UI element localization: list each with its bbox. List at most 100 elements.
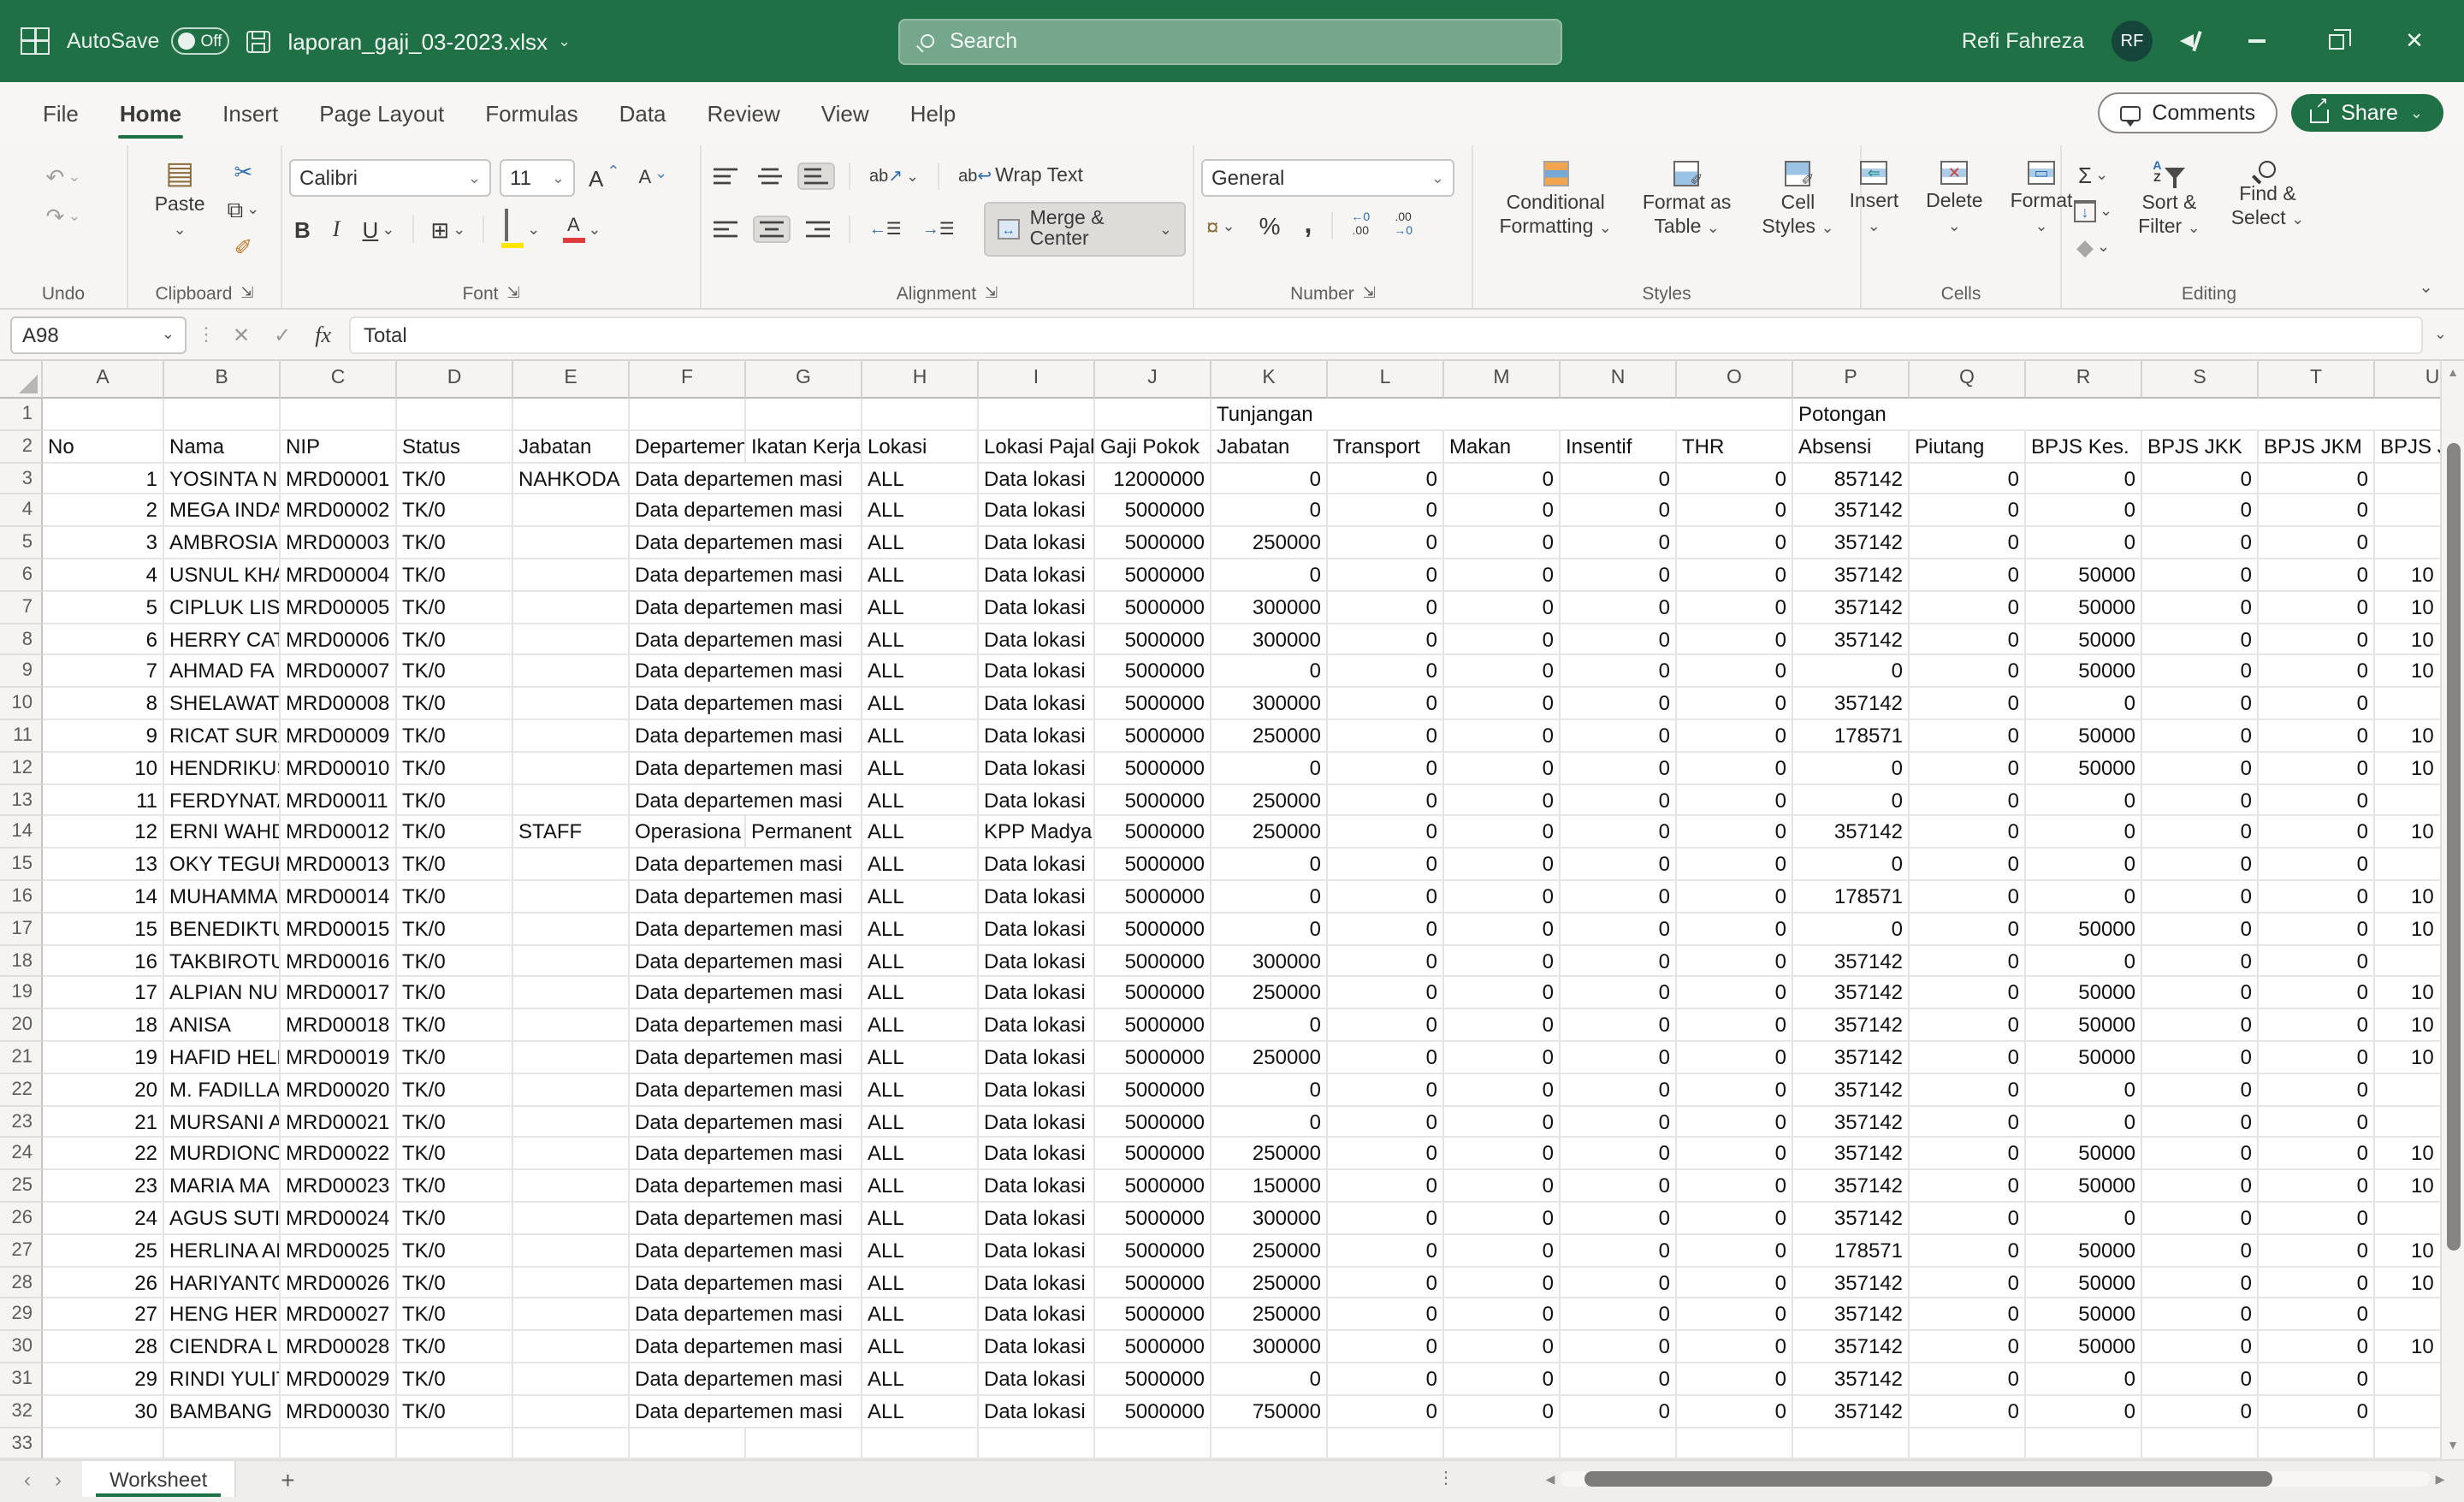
cell[interactable]: 0 xyxy=(1677,914,1793,946)
cell[interactable]: 300000 xyxy=(1211,1331,1328,1363)
cell[interactable] xyxy=(2026,1428,2142,1459)
row-header-17[interactable]: 17 xyxy=(0,914,43,946)
cell[interactable]: MARIA MA xyxy=(164,1170,281,1203)
undo-button[interactable]: ↶⌄ xyxy=(41,163,86,192)
cell[interactable]: MRD00001 xyxy=(281,463,397,495)
cell[interactable]: 0 xyxy=(1561,1203,1677,1235)
cell[interactable]: ALL xyxy=(862,1363,979,1396)
cell[interactable]: ALL xyxy=(862,1009,979,1042)
cell[interactable] xyxy=(513,1395,630,1428)
cell[interactable]: 0 xyxy=(1444,1042,1561,1074)
insert-cells-button[interactable]: ⇐Insert⌄ xyxy=(1839,156,1910,240)
cell[interactable]: 0 xyxy=(2142,784,2259,817)
cell[interactable]: 2 xyxy=(43,495,164,528)
cell[interactable]: 0 xyxy=(2259,1106,2375,1138)
cell[interactable]: MRD00007 xyxy=(281,656,397,689)
cell[interactable]: 0 xyxy=(1328,1170,1444,1203)
cell[interactable]: 0 xyxy=(1561,624,1677,656)
cell[interactable]: 5000000 xyxy=(1095,592,1211,624)
cell[interactable]: BENEDIKTU xyxy=(164,914,281,946)
cell[interactable] xyxy=(513,688,630,720)
row-header-10[interactable]: 10 xyxy=(0,688,43,720)
cell[interactable]: 5000000 xyxy=(1095,1234,1211,1267)
cell[interactable]: Data lokasi xyxy=(979,1331,1095,1363)
cell[interactable] xyxy=(630,1428,746,1459)
cell[interactable]: Data lokasi xyxy=(979,914,1095,946)
cell[interactable] xyxy=(513,1073,630,1106)
cell[interactable]: Data departemen masi xyxy=(630,1267,862,1299)
cell[interactable]: 0 xyxy=(1444,592,1561,624)
shrink-font-button[interactable]: A⌄ xyxy=(633,164,672,192)
cell[interactable]: 0 xyxy=(1328,624,1444,656)
cell[interactable]: 0 xyxy=(1910,688,2026,720)
prev-sheet-icon[interactable]: ‹ xyxy=(24,1467,31,1491)
cell[interactable]: ALL xyxy=(862,1299,979,1332)
decrease-decimal-button[interactable]: .00→0 xyxy=(1389,209,1418,243)
cell[interactable]: 357142 xyxy=(1793,592,1910,624)
row-header-25[interactable]: 25 xyxy=(0,1170,43,1203)
cell[interactable]: Data departemen masi xyxy=(630,592,862,624)
cell[interactable]: MRD00009 xyxy=(281,720,397,753)
cell[interactable]: 0 xyxy=(1793,914,1910,946)
cell[interactable]: 0 xyxy=(2142,753,2259,785)
column-header-J[interactable]: J xyxy=(1095,361,1211,399)
cell[interactable]: 0 xyxy=(1561,1363,1677,1396)
cell[interactable]: ALL xyxy=(862,624,979,656)
font-color-button[interactable]: A⌄ xyxy=(557,213,606,245)
cell[interactable]: 0 xyxy=(2259,1267,2375,1299)
row-header-6[interactable]: 6 xyxy=(0,559,43,592)
column-header-M[interactable]: M xyxy=(1444,361,1561,399)
tab-insert[interactable]: Insert xyxy=(204,86,297,140)
format-as-table-button[interactable]: Format asTable ⌄ xyxy=(1632,156,1742,246)
cell[interactable]: 0 xyxy=(2259,656,2375,689)
scroll-down-icon[interactable]: ▼ xyxy=(2442,1434,2464,1459)
autosum-button[interactable]: Σ⌄ xyxy=(2073,161,2113,190)
cell[interactable]: 0 xyxy=(2026,1073,2142,1106)
cell[interactable] xyxy=(513,784,630,817)
accounting-format-button[interactable]: ¤⌄ xyxy=(1201,211,1241,240)
cell[interactable]: 0 xyxy=(1910,945,2026,978)
cell[interactable]: CIPLUK LIST xyxy=(164,592,281,624)
cell[interactable]: 250000 xyxy=(1211,527,1328,559)
cell[interactable]: Data lokasi xyxy=(979,1234,1095,1267)
cell[interactable]: 0 xyxy=(2259,945,2375,978)
cell[interactable]: TK/0 xyxy=(397,495,513,528)
cell[interactable]: 0 xyxy=(1910,1138,2026,1171)
cell[interactable]: 0 xyxy=(1910,1331,2026,1363)
cell[interactable]: 0 xyxy=(1211,1363,1328,1396)
cell[interactable]: 0 xyxy=(1328,881,1444,914)
cell[interactable]: 0 xyxy=(1677,592,1793,624)
cell[interactable]: 357142 xyxy=(1793,1073,1910,1106)
cell[interactable]: 0 xyxy=(1328,1009,1444,1042)
cell[interactable]: 50000 xyxy=(2026,1331,2142,1363)
cell[interactable]: MURSANI A xyxy=(164,1106,281,1138)
row-header-1[interactable]: 1 xyxy=(0,399,43,431)
cell[interactable]: 0 xyxy=(1910,849,2026,881)
cell[interactable]: 0 xyxy=(1561,527,1677,559)
field-header-No[interactable]: No xyxy=(43,431,164,464)
column-header-K[interactable]: K xyxy=(1211,361,1328,399)
cell[interactable]: ALL xyxy=(862,1042,979,1074)
cell[interactable]: 178571 xyxy=(1793,881,1910,914)
cell[interactable]: 0 xyxy=(2026,495,2142,528)
column-header-C[interactable]: C xyxy=(281,361,397,399)
cell[interactable]: MRD00029 xyxy=(281,1363,397,1396)
cell[interactable]: 0 xyxy=(1328,1138,1444,1171)
bold-button[interactable]: B xyxy=(289,213,316,245)
cell[interactable]: TK/0 xyxy=(397,656,513,689)
cell[interactable]: 0 xyxy=(1328,559,1444,592)
cell[interactable]: ALL xyxy=(862,1170,979,1203)
cell[interactable]: 0 xyxy=(2259,720,2375,753)
cell[interactable]: 0 xyxy=(2259,1073,2375,1106)
cell[interactable]: Data departemen masi xyxy=(630,559,862,592)
cell[interactable]: 0 xyxy=(1561,849,1677,881)
close-button[interactable]: ✕ xyxy=(2389,15,2440,67)
cell[interactable]: Operasiona xyxy=(630,817,746,849)
cell-styles-button[interactable]: CellStyles ⌄ xyxy=(1751,156,1844,246)
minimize-button[interactable] xyxy=(2231,15,2283,67)
cell[interactable]: 0 xyxy=(1328,592,1444,624)
cell[interactable]: Data departemen masi xyxy=(630,1234,862,1267)
cell[interactable] xyxy=(513,527,630,559)
cell[interactable] xyxy=(513,914,630,946)
cell[interactable]: Data lokasi xyxy=(979,881,1095,914)
